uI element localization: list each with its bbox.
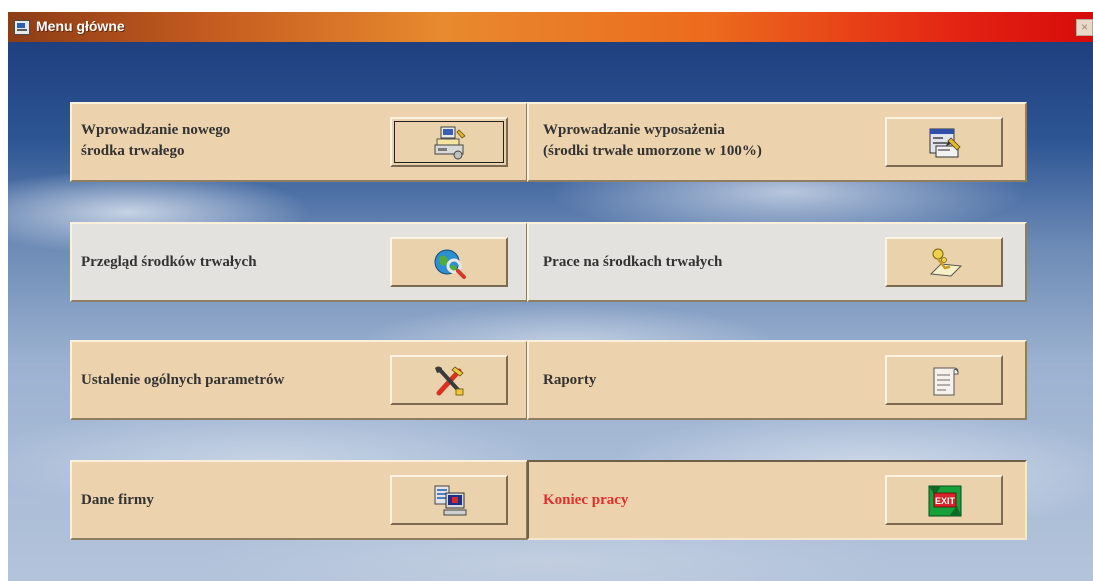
exit-icon-text: EXIT: [935, 496, 956, 506]
menu-label-company-data: Dane firmy: [81, 492, 154, 508]
menu-label-line: środka trwałego: [81, 143, 185, 159]
tools-icon: [435, 366, 464, 396]
menu-tile-company-data[interactable]: Dane firmy: [70, 460, 528, 540]
main-menu-window: Menu główne × Wprowadzanie nowego środka…: [8, 12, 1093, 581]
company-computer-icon: [434, 485, 467, 516]
title-bar: Menu główne ×: [8, 12, 1093, 42]
menu-label-asset-works: Prace na środkach trwałych: [543, 254, 723, 270]
document-scroll-icon: [933, 367, 959, 396]
window-title: Menu główne: [36, 18, 125, 34]
menu-tile-reports[interactable]: Raporty: [527, 340, 1027, 420]
menu-label-exit: Koniec pracy: [543, 492, 629, 508]
equipment-button[interactable]: [885, 117, 1003, 167]
globe-search-icon: [434, 249, 466, 279]
computer-entry-icon: [434, 126, 466, 160]
menu-tile-exit[interactable]: Koniec pracy EXIT: [527, 460, 1027, 540]
exit-icon: EXIT: [928, 485, 962, 517]
browse-assets-button[interactable]: [390, 237, 508, 287]
menu-label-line: (środki trwałe umorzone w 100%): [543, 143, 762, 159]
menu-label-line: Wprowadzanie nowego: [81, 122, 231, 138]
parameters-button[interactable]: [390, 355, 508, 405]
menu-label-line: Wprowadzanie wyposażenia: [543, 122, 725, 138]
menu-label-equipment: Wprowadzanie wyposażenia (środki trwałe …: [543, 120, 762, 162]
menu-tile-new-asset[interactable]: Wprowadzanie nowego środka trwałego: [70, 102, 528, 182]
menu-label-new-asset: Wprowadzanie nowego środka trwałego: [81, 120, 230, 162]
reports-button[interactable]: [885, 355, 1003, 405]
new-asset-button[interactable]: [390, 117, 508, 167]
menu-label-parameters: Ustalenie ogólnych parametrów: [81, 372, 285, 388]
menu-tile-asset-works[interactable]: Prace na środkach trwałych: [527, 222, 1027, 302]
form-edit-icon: [929, 128, 961, 158]
menu-label-reports: Raporty: [543, 372, 597, 388]
menu-tile-browse-assets[interactable]: Przegląd środków trwałych: [70, 222, 528, 302]
asset-works-button[interactable]: [885, 237, 1003, 287]
company-data-button[interactable]: [390, 475, 508, 525]
menu-tile-parameters[interactable]: Ustalenie ogólnych parametrów: [70, 340, 528, 420]
close-button[interactable]: ×: [1076, 19, 1093, 36]
exit-button[interactable]: EXIT: [885, 475, 1003, 525]
menu-label-browse-assets: Przegląd środków trwałych: [81, 254, 257, 270]
menu-tile-equipment[interactable]: Wprowadzanie wyposażenia (środki trwałe …: [527, 102, 1027, 182]
app-icon: [14, 20, 30, 35]
menu-background: Wprowadzanie nowego środka trwałego Wpro…: [8, 42, 1093, 581]
hand-pointer-icon: [929, 248, 963, 277]
